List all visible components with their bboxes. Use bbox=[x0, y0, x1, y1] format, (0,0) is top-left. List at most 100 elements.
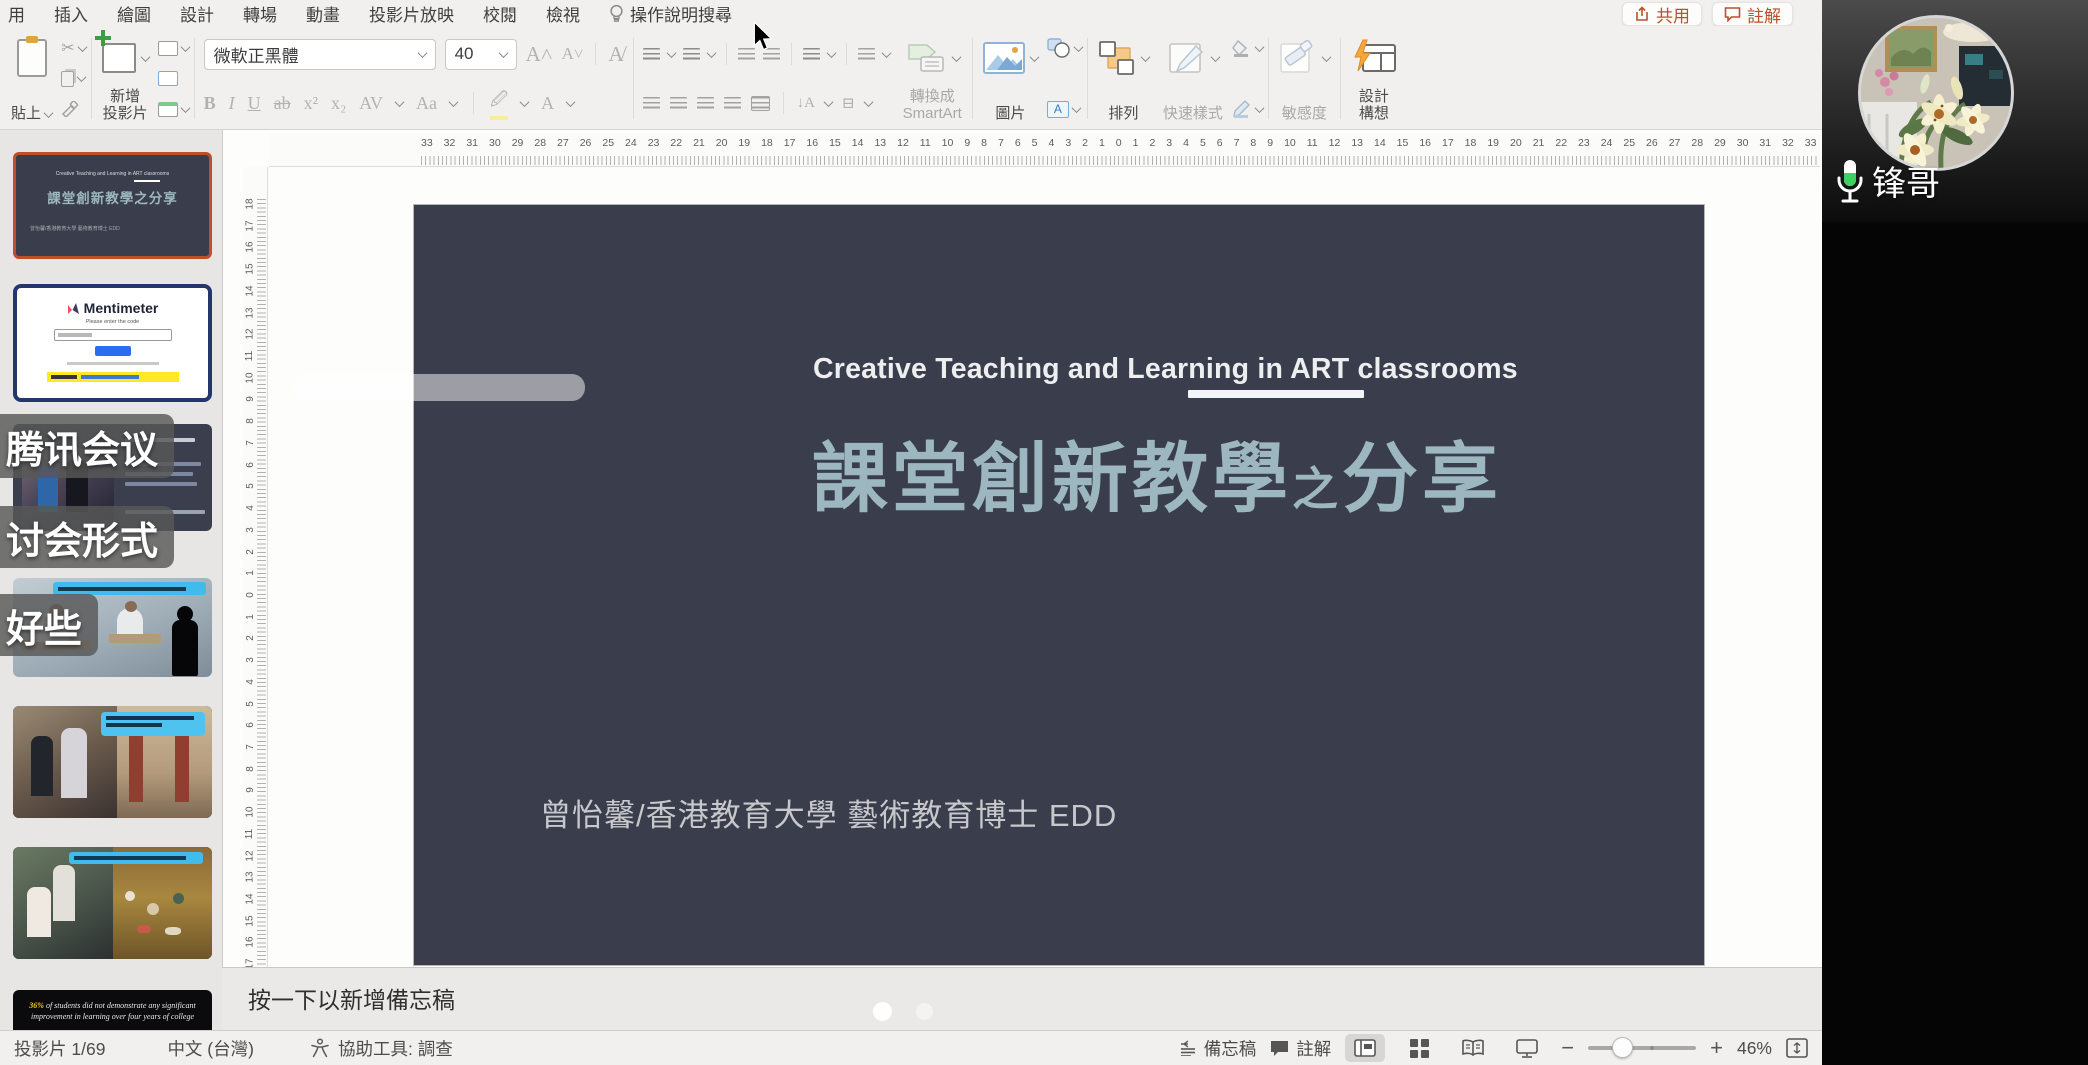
numbering-icon[interactable] bbox=[683, 48, 700, 61]
mentimeter-logo-icon bbox=[67, 302, 80, 315]
normal-view-button[interactable] bbox=[1345, 1034, 1385, 1062]
reading-view-button[interactable] bbox=[1453, 1034, 1493, 1062]
text-box-button[interactable]: A bbox=[1047, 97, 1082, 121]
menu-design[interactable]: 設計 bbox=[180, 1, 214, 26]
outline-pen-icon bbox=[1232, 100, 1252, 118]
distribute-icon[interactable] bbox=[751, 96, 770, 111]
comments-button[interactable]: 註解 bbox=[1712, 2, 1793, 26]
align-right-icon[interactable] bbox=[697, 97, 714, 110]
slide-title-chinese[interactable]: 課堂創新教學之分享 bbox=[812, 417, 1502, 527]
picture-button[interactable]: 圖片 bbox=[976, 32, 1045, 125]
accessibility-checker[interactable]: 協助工具: 調查 bbox=[310, 1036, 453, 1061]
status-comment-icon bbox=[1270, 1040, 1289, 1057]
cut-button[interactable]: ✂ bbox=[61, 36, 85, 60]
line-spacing-icon[interactable] bbox=[803, 48, 820, 61]
participant-video-tile[interactable]: 锋哥 bbox=[1822, 0, 2088, 222]
align-left-icon[interactable] bbox=[643, 97, 660, 110]
character-spacing-button[interactable]: AV bbox=[359, 93, 383, 114]
bold-button[interactable]: B bbox=[204, 93, 216, 114]
participant-name-row: 锋哥 bbox=[1834, 156, 1940, 205]
zoom-out-button[interactable]: − bbox=[1561, 1043, 1574, 1053]
align-center-icon[interactable] bbox=[670, 97, 687, 110]
slideshow-view-button[interactable] bbox=[1507, 1034, 1547, 1062]
justify-icon[interactable] bbox=[724, 97, 741, 110]
participant-name: 锋哥 bbox=[1872, 156, 1940, 205]
clear-formatting-button[interactable]: A̸ bbox=[608, 42, 623, 67]
design-ideas-button[interactable]: 設計構想 bbox=[1344, 32, 1404, 125]
strikethrough-button[interactable]: ab bbox=[274, 93, 291, 114]
zoom-slider-thumb[interactable] bbox=[1612, 1037, 1633, 1058]
menu-home[interactable]: 用 bbox=[8, 1, 25, 26]
notes-placeholder[interactable]: 按一下以新增備忘稿 bbox=[248, 981, 455, 1015]
menu-animations[interactable]: 動畫 bbox=[306, 1, 340, 26]
paste-button[interactable]: 貼上 bbox=[4, 32, 59, 125]
divider bbox=[194, 38, 195, 119]
menu-insert[interactable]: 插入 bbox=[54, 1, 88, 26]
slide-title-english[interactable]: Creative Teaching and Learning in ART cl… bbox=[813, 353, 1373, 386]
thumbnail-slide-6[interactable] bbox=[13, 847, 212, 959]
arrange-icon bbox=[1098, 40, 1136, 76]
fit-to-window-icon[interactable] bbox=[1786, 1038, 1808, 1058]
columns-dropdown[interactable] bbox=[881, 48, 891, 58]
highlight-button[interactable]: 🖉 bbox=[490, 87, 508, 120]
zoom-in-button[interactable]: + bbox=[1710, 1043, 1723, 1053]
menu-slideshow[interactable]: 投影片放映 bbox=[369, 1, 454, 26]
caption-light-band bbox=[293, 374, 585, 401]
smartart-button[interactable]: 轉換成SmartArt bbox=[896, 32, 969, 125]
shape-fill-button[interactable] bbox=[1232, 36, 1263, 60]
arrange-button[interactable]: 排列 bbox=[1091, 32, 1156, 125]
sensitivity-button[interactable]: 敏感度 bbox=[1272, 32, 1337, 125]
align-text-button[interactable]: ⊟ bbox=[842, 94, 855, 113]
italic-button[interactable]: I bbox=[229, 93, 235, 114]
change-case-button[interactable]: Aa bbox=[416, 93, 437, 114]
layout-button[interactable] bbox=[158, 36, 189, 60]
columns-icon[interactable] bbox=[858, 48, 875, 61]
tell-me-search[interactable]: 操作說明搜尋 bbox=[609, 1, 732, 26]
underline-button[interactable]: U bbox=[248, 93, 261, 114]
menu-view[interactable]: 檢視 bbox=[546, 1, 580, 26]
zoom-slider[interactable] bbox=[1588, 1046, 1696, 1050]
slide-subtitle[interactable]: 曾怡馨/香港教育大學 藝術教育博士 EDD bbox=[540, 790, 1117, 835]
increase-font-button[interactable]: A˄ bbox=[526, 42, 553, 67]
slide-sorter-view-button[interactable] bbox=[1399, 1034, 1439, 1062]
copy-button[interactable] bbox=[61, 67, 85, 91]
shapes-button[interactable] bbox=[1047, 36, 1082, 60]
mentimeter-highlight-row bbox=[47, 372, 179, 382]
thumbnail-slide-2[interactable]: Mentimeter Please enter the code bbox=[13, 284, 212, 402]
menu-bar: 用 插入 繪圖 設計 轉場 動畫 投影片放映 校閱 檢視 操作說明搜尋 共用 註… bbox=[0, 0, 1822, 26]
thumb1-subtitle: 曾怡馨/香港教育大學 藝術教育博士 EDD bbox=[30, 225, 209, 232]
text-box-icon: A bbox=[1047, 101, 1069, 118]
font-color-button[interactable]: A bbox=[541, 93, 554, 114]
shape-outline-button[interactable] bbox=[1232, 97, 1263, 121]
bullets-dropdown[interactable] bbox=[666, 48, 676, 58]
share-button[interactable]: 共用 bbox=[1622, 2, 1702, 26]
thumbnail-slide-7[interactable]: 36% of students did not demonstrate any … bbox=[13, 990, 212, 1030]
shapes-icon bbox=[1047, 38, 1071, 58]
bullets-icon[interactable] bbox=[643, 48, 660, 61]
font-size-select[interactable]: 40 bbox=[445, 39, 517, 70]
quick-styles-button[interactable]: 快速樣式 bbox=[1156, 32, 1230, 125]
menu-review[interactable]: 校閱 bbox=[483, 1, 517, 26]
new-slide-button[interactable]: 新增投影片 bbox=[95, 32, 156, 125]
language-indicator[interactable]: 中文 (台灣) bbox=[167, 1036, 254, 1061]
font-name-select[interactable]: 微軟正黑體 bbox=[204, 39, 436, 70]
numbering-dropdown[interactable] bbox=[706, 48, 716, 58]
menu-draw[interactable]: 繪圖 bbox=[117, 1, 151, 26]
thumbnail-slide-5[interactable] bbox=[13, 706, 212, 818]
format-painter-button[interactable] bbox=[61, 97, 85, 121]
menu-transitions[interactable]: 轉場 bbox=[243, 1, 277, 26]
reset-slide-button[interactable] bbox=[158, 67, 189, 91]
slide-canvas[interactable]: Creative Teaching and Learning in ART cl… bbox=[414, 205, 1704, 965]
subscript-button[interactable]: x₂ bbox=[331, 93, 346, 114]
decrease-font-button[interactable]: A˅ bbox=[562, 44, 584, 64]
divider bbox=[595, 43, 596, 65]
text-direction-button[interactable]: ↓A bbox=[797, 95, 815, 112]
notes-pane[interactable]: 按一下以新增備忘稿 bbox=[222, 967, 1822, 1030]
notes-toggle[interactable]: 備忘稿 bbox=[1179, 1036, 1257, 1061]
section-button[interactable] bbox=[158, 97, 189, 121]
line-spacing-dropdown[interactable] bbox=[826, 48, 836, 58]
thumbnail-slide-1[interactable]: Creative Teaching and Learning in ART cl… bbox=[13, 152, 212, 259]
divider bbox=[972, 38, 973, 119]
superscript-button[interactable]: x² bbox=[304, 93, 318, 114]
comments-toggle[interactable]: 註解 bbox=[1270, 1036, 1331, 1061]
